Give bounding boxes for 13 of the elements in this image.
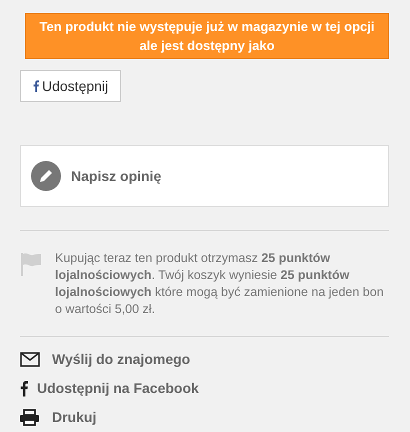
pencil-icon[interactable] — [31, 161, 61, 191]
facebook-link[interactable]: Udostępnij na Facebook — [37, 378, 199, 399]
envelope-icon — [20, 352, 40, 367]
flag-icon — [20, 252, 42, 276]
facebook-icon — [20, 380, 28, 397]
print-link[interactable]: Drukuj — [52, 407, 96, 428]
email-link[interactable]: Wyślij do znajomego — [52, 349, 190, 370]
facebook-icon — [33, 80, 39, 92]
write-review-link[interactable]: Napisz opinię — [71, 166, 162, 186]
loyalty-points-text: Kupując teraz ten produkt otrzymasz 25 punktów lojalnościowych. Twój koszyk wyniesie 25 punktów lojalnościowych które mogą być zamienione na jeden bon o wartości 5,00 zł. — [55, 250, 385, 318]
printer-icon — [20, 409, 39, 426]
share-button[interactable]: Udostępnij — [20, 70, 122, 102]
stock-notice-banner: Ten produkt nie występuje już w magazynie w tej opcji ale jest dostępny jako — [25, 13, 389, 59]
